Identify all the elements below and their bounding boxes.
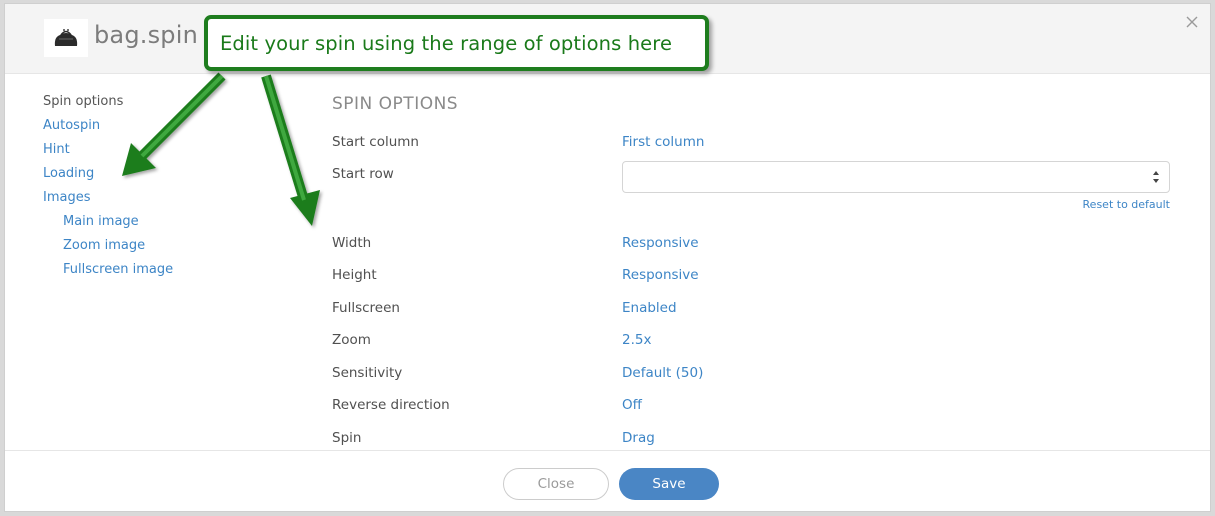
reverse-direction-select[interactable]: Off (622, 394, 642, 416)
sidebar-item-fullscreen-image[interactable]: Fullscreen image (43, 258, 283, 282)
option-label: Width (332, 235, 372, 251)
option-row-start-column: Start column First column (332, 131, 1182, 153)
zoom-select[interactable]: 2.5x (622, 329, 651, 351)
option-row-width: Width Responsive (332, 232, 1182, 254)
sidebar-item-images[interactable]: Images (43, 186, 283, 210)
spin-select[interactable]: Drag (622, 427, 655, 449)
dialog-footer: Close Save (5, 450, 1210, 511)
sensitivity-select[interactable]: Default (50) (622, 362, 703, 384)
start-column-select[interactable]: First column (622, 131, 704, 153)
page-title: bag.spin (94, 21, 199, 49)
option-label: Start row (332, 166, 394, 182)
save-button[interactable]: Save (619, 468, 719, 500)
bag-icon (44, 19, 88, 57)
close-icon[interactable] (1184, 14, 1200, 30)
option-row-zoom: Zoom 2.5x (332, 329, 1182, 351)
option-label: Reverse direction (332, 397, 450, 413)
sidebar-item-loading[interactable]: Loading (43, 162, 283, 186)
option-row-spin: Spin Drag (332, 427, 1182, 449)
section-title: SPIN OPTIONS (332, 94, 459, 114)
option-label: Fullscreen (332, 300, 400, 316)
option-label: Height (332, 267, 377, 283)
sidebar-item-hint[interactable]: Hint (43, 138, 283, 162)
instruction-callout: Edit your spin using the range of option… (204, 15, 709, 71)
sidebar-item-spin-options[interactable]: Spin options (43, 90, 283, 114)
sidebar-nav: Spin options Autospin Hint Loading Image… (43, 90, 283, 282)
option-label: Start column (332, 134, 419, 150)
height-select[interactable]: Responsive (622, 264, 699, 286)
option-label: Zoom (332, 332, 371, 348)
spin-settings-dialog: bag.spin Spin options Autospin Hint Load… (4, 3, 1211, 512)
start-row-input[interactable] (622, 161, 1170, 193)
option-row-sensitivity: Sensitivity Default (50) (332, 362, 1182, 384)
option-row-start-row: Start row (332, 161, 1182, 193)
reset-to-default-link[interactable]: Reset to default (1083, 198, 1170, 211)
spin-options-panel: SPIN OPTIONS Start column First column S… (332, 92, 1182, 446)
width-select[interactable]: Responsive (622, 232, 699, 254)
number-stepper-icon[interactable] (1151, 168, 1161, 186)
sidebar-item-main-image[interactable]: Main image (43, 210, 283, 234)
option-row-reverse-direction: Reverse direction Off (332, 394, 1182, 416)
option-label: Sensitivity (332, 365, 403, 381)
option-row-fullscreen: Fullscreen Enabled (332, 297, 1182, 319)
sidebar-item-zoom-image[interactable]: Zoom image (43, 234, 283, 258)
fullscreen-select[interactable]: Enabled (622, 297, 677, 319)
option-label: Spin (332, 430, 362, 446)
sidebar-item-autospin[interactable]: Autospin (43, 114, 283, 138)
option-row-height: Height Responsive (332, 264, 1182, 286)
close-button[interactable]: Close (503, 468, 609, 500)
